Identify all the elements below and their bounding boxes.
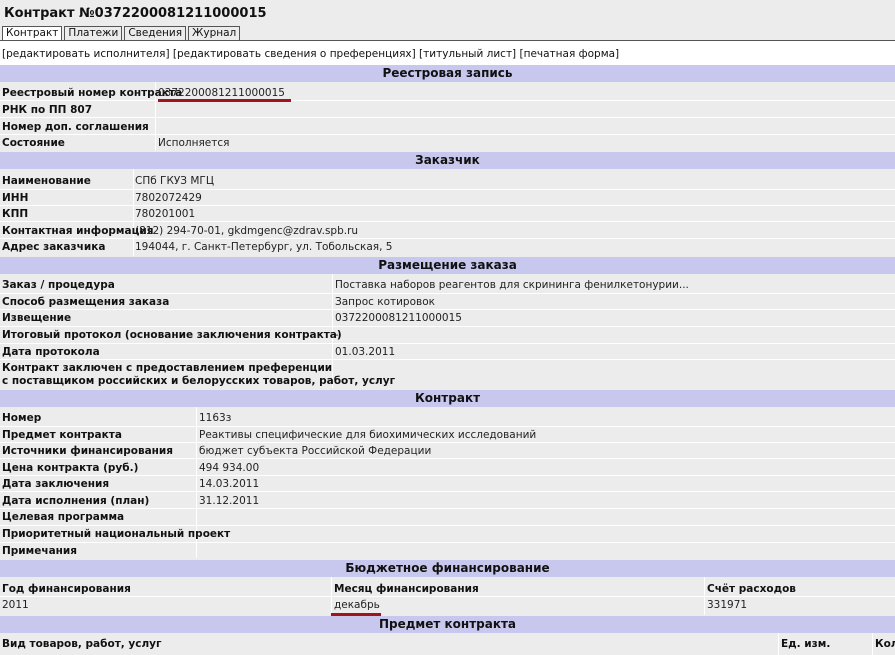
section-header-registry: Реестровая запись (0, 65, 895, 82)
field-label: Номер доп. соглашения (2, 121, 149, 133)
field-value: (812) 294-70-01, gkdmgenc@zdrav.spb.ru (135, 225, 359, 237)
field-label: Источники финансирования (2, 445, 174, 457)
account-value: 331971 (707, 599, 748, 611)
field-label: Номер (2, 412, 42, 424)
column-header-account: Счёт расходов (707, 583, 796, 595)
tab-payments[interactable]: Платежи (64, 26, 123, 41)
column-header-month: Месяц финансирования (334, 583, 479, 595)
page-title: Контракт №0372200081211000015 (4, 6, 267, 21)
row-divider (0, 442, 895, 443)
field-label: с поставщиком российских и белорусских т… (2, 375, 396, 387)
procedure-link[interactable]: Поставка наборов реагентов для скрининга… (335, 279, 689, 291)
column-header-kind: Вид товаров, работ, услуг (2, 638, 162, 650)
row-divider (0, 491, 895, 492)
row-divider (0, 458, 895, 459)
field-value: 31.12.2011 (199, 495, 260, 507)
field-value: 7802072429 (135, 192, 202, 204)
field-value: - (335, 329, 339, 341)
title-page-link[interactable]: [титульный лист] (419, 48, 516, 60)
row-divider (0, 221, 895, 222)
field-label: Заказ / процедура (2, 279, 115, 291)
field-label: Извещение (2, 312, 72, 324)
section-header-order: Размещение заказа (0, 257, 895, 274)
row-divider (0, 117, 895, 118)
field-label: Контракт заключен с предоставлением преф… (2, 362, 333, 374)
column-divider (133, 169, 134, 256)
field-label: Адрес заказчика (2, 241, 106, 253)
row-divider (0, 343, 895, 344)
section-header-customer: Заказчик (0, 152, 895, 169)
field-value: Реактивы специфические для биохимических… (199, 429, 537, 441)
action-links: [редактировать исполнителя] [редактирова… (2, 48, 619, 60)
field-label: РНК по ПП 807 (2, 104, 92, 116)
field-label: Примечания (2, 545, 78, 557)
field-label: Цена контракта (руб.) (2, 462, 139, 474)
contract-price-value: 494 934.00 (199, 462, 260, 474)
tab-details[interactable]: Сведения (124, 26, 187, 41)
row-divider (0, 596, 895, 597)
row-divider (0, 189, 895, 190)
field-label: Целевая программа (2, 511, 125, 523)
field-value: 1163з (199, 412, 232, 424)
field-label: Реестровый номер контракта (2, 87, 183, 99)
field-label: Способ размещения заказа (2, 296, 170, 308)
column-header-unit: Ед. изм. (781, 638, 831, 650)
section-header-budget: Бюджетное финансирование (0, 560, 895, 577)
tab-journal[interactable]: Журнал (188, 26, 241, 41)
column-header-qty: Кол (875, 638, 895, 650)
row-divider (0, 309, 895, 310)
field-label: Дата протокола (2, 346, 100, 358)
print-form-link[interactable]: [печатная форма] (520, 48, 620, 60)
field-label: Дата заключения (2, 478, 110, 490)
field-label: Контактная информация (2, 225, 154, 237)
column-header-year: Год финансирования (2, 583, 131, 595)
field-value: 194044, г. Санкт-Петербург, ул. Тобольск… (135, 241, 393, 253)
field-value: 01.03.2011 (335, 346, 396, 358)
row-divider (0, 475, 895, 476)
column-divider (872, 633, 873, 655)
registry-number-value: 0372200081211000015 (158, 87, 285, 99)
section-header-subject: Предмет контракта (0, 616, 895, 633)
edit-executor-link[interactable]: [редактировать исполнителя] (2, 48, 170, 60)
year-value: 2011 (2, 599, 29, 611)
row-divider (0, 326, 895, 327)
row-divider (0, 542, 895, 543)
row-divider (0, 426, 895, 427)
field-label: Итоговый протокол (основание заключения … (2, 329, 342, 341)
edit-preferences-link[interactable]: [редактировать сведения о преференциях] (173, 48, 416, 60)
field-label: Предмет контракта (2, 429, 122, 441)
row-divider (0, 238, 895, 239)
notice-link[interactable]: 0372200081211000015 (335, 312, 462, 324)
row-divider (0, 205, 895, 206)
row-divider (0, 134, 895, 135)
field-label: ИНН (2, 192, 29, 204)
field-label: Состояние (2, 137, 65, 149)
field-value: 14.03.2011 (199, 478, 260, 490)
field-value: СПб ГКУЗ МГЦ (135, 175, 214, 187)
tab-bar: Контракт Платежи Сведения Журнал (2, 26, 241, 42)
row-divider (0, 100, 895, 101)
row-divider (0, 293, 895, 294)
column-divider (778, 633, 779, 655)
field-value: Запрос котировок (335, 296, 435, 308)
month-value: декабрь (334, 599, 380, 611)
status-value: Исполняется (158, 137, 230, 149)
row-divider (0, 525, 895, 526)
row-divider (0, 508, 895, 509)
field-label: Наименование (2, 175, 91, 187)
row-divider (0, 359, 895, 360)
section-header-contract: Контракт (0, 390, 895, 407)
field-value: 780201001 (135, 208, 196, 220)
field-label: КПП (2, 208, 29, 220)
field-label: Дата исполнения (план) (2, 495, 150, 507)
field-value: бюджет субъекта Российской Федерации (199, 445, 432, 457)
field-label: Приоритетный национальный проект (2, 528, 231, 540)
highlight-underline (158, 99, 291, 102)
